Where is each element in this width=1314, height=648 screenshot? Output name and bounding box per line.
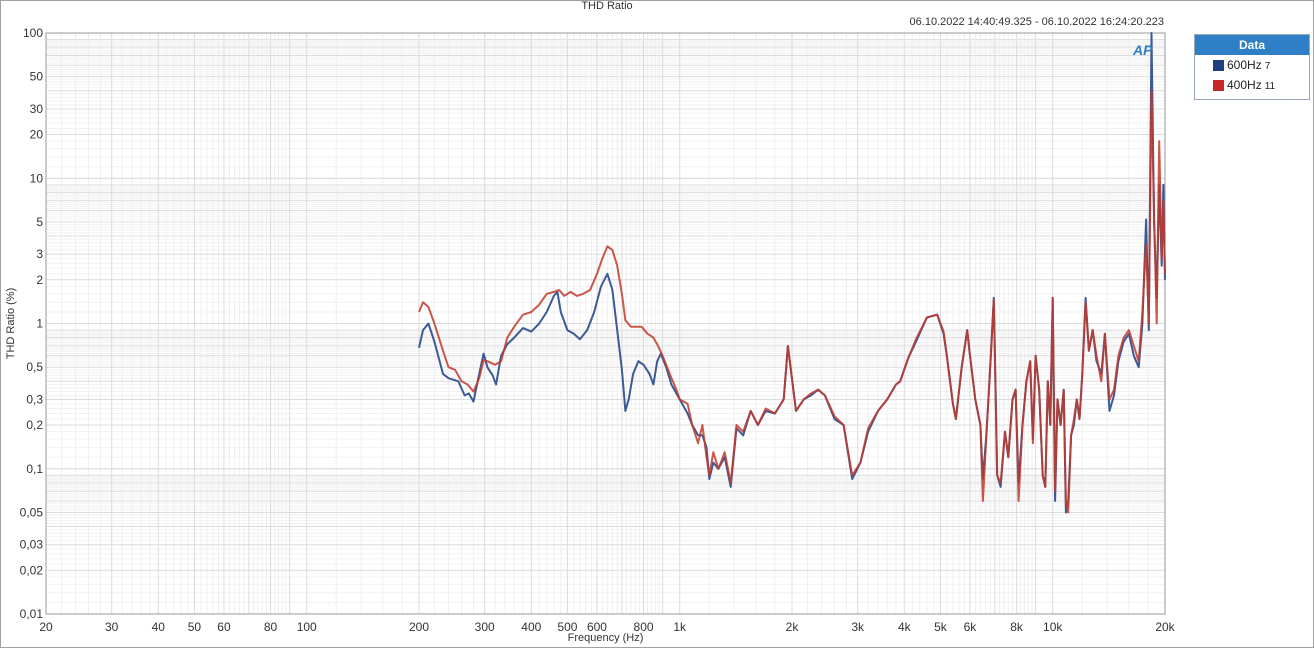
x-tick-label: 200 <box>409 620 429 634</box>
legend-item-600hz[interactable]: 600Hz 7 <box>1195 55 1309 75</box>
x-tick-label: 400 <box>521 620 541 634</box>
y-tick-label: 0,1 <box>26 462 43 476</box>
x-tick-label: 60 <box>217 620 231 634</box>
y-axis-label: THD Ratio (%) <box>5 288 17 360</box>
legend-series-name: 400Hz <box>1227 78 1262 92</box>
x-tick-label: 50 <box>188 620 202 634</box>
legend-series-suffix: 7 <box>1264 61 1271 72</box>
x-tick-label: 1k <box>673 620 687 634</box>
y-tick-label: 1 <box>36 317 43 331</box>
x-tick-label: 5k <box>934 620 948 634</box>
x-tick-label: 40 <box>152 620 166 634</box>
legend-item-400hz[interactable]: 400Hz 11 <box>1195 75 1309 95</box>
y-tick-label: 20 <box>30 128 44 142</box>
x-tick-label: 3k <box>851 620 865 634</box>
x-tick-label: 100 <box>297 620 317 634</box>
x-tick-label: 2k <box>786 620 800 634</box>
legend-series-name: 600Hz <box>1227 58 1262 72</box>
x-tick-label: 10k <box>1043 620 1063 634</box>
y-tick-label: 0,3 <box>26 392 43 406</box>
thd-ratio-chart: 20 30 40 50 60 80 100 200 300 400 500 600 800 1k 2k 3k 4… <box>5 26 1176 644</box>
y-tick-label: 10 <box>30 171 44 185</box>
y-tick-label: 100 <box>23 26 43 40</box>
x-tick-label: 20k <box>1155 620 1175 634</box>
y-tick-label: 0,02 <box>20 563 44 577</box>
ap-logo-icon: AP <box>1133 42 1153 58</box>
x-tick-label: 80 <box>264 620 278 634</box>
y-tick-label: 0,05 <box>20 505 44 519</box>
y-tick-label: 50 <box>30 70 44 84</box>
x-axis-label: Frequency (Hz) <box>568 632 644 644</box>
x-tick-label: 300 <box>475 620 495 634</box>
x-tick-label: 20 <box>39 620 53 634</box>
y-tick-label: 0,03 <box>20 538 44 552</box>
y-tick-label: 30 <box>30 102 44 116</box>
y-tick-label: 3 <box>36 247 43 261</box>
y-tick-label: 0,5 <box>26 360 43 374</box>
x-tick-label: 8k <box>1010 620 1024 634</box>
x-tick-label: 4k <box>898 620 912 634</box>
grid-major <box>45 32 1166 615</box>
y-tick-labels: 100 50 30 20 10 5 3 2 1 0,5 0,3 0,2 0,1 0,05 0,03 0,02 0… <box>20 26 44 621</box>
legend-swatch <box>1213 60 1224 71</box>
legend: Data 600Hz 7 400Hz 11 <box>1194 34 1310 100</box>
y-tick-label: 0,01 <box>20 607 44 621</box>
legend-swatch <box>1213 80 1224 91</box>
legend-title: Data <box>1195 35 1309 55</box>
y-tick-label: 5 <box>36 215 43 229</box>
y-tick-label: 2 <box>36 273 43 287</box>
x-tick-label: 30 <box>105 620 119 634</box>
x-tick-label: 6k <box>964 620 978 634</box>
y-tick-label: 0,2 <box>26 418 43 432</box>
legend-series-suffix: 11 <box>1264 81 1276 92</box>
